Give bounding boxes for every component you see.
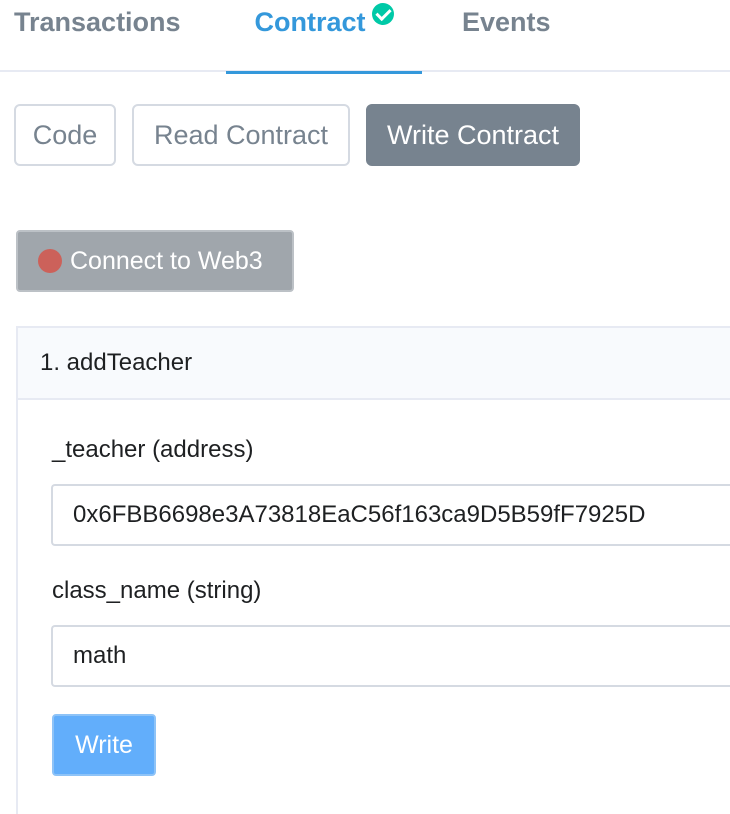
contract-page: Transactions Contract Events Code Read C…: [0, 0, 730, 814]
code-button[interactable]: Code: [14, 104, 116, 166]
read-contract-button-label: Read Contract: [153, 119, 329, 150]
code-button-label: Code: [32, 119, 98, 150]
tab-contract-label: Contract: [254, 7, 366, 37]
write-button[interactable]: Write: [52, 714, 156, 776]
tab-transactions-label: Transactions: [14, 7, 181, 37]
class-name-input[interactable]: [51, 625, 730, 687]
class-name-label: class_name (string): [52, 577, 262, 604]
tab-contract[interactable]: Contract: [226, 0, 422, 74]
read-contract-button[interactable]: Read Contract: [132, 104, 350, 166]
teacher-address-label: _teacher (address): [52, 436, 254, 463]
tab-transactions[interactable]: Transactions: [14, 0, 181, 72]
top-tabs: Transactions Contract Events: [0, 0, 730, 74]
tab-events[interactable]: Events: [462, 0, 551, 72]
function-card: 1. addTeacher _teacher (address) class_n…: [16, 326, 730, 814]
function-card-header[interactable]: 1. addTeacher: [18, 328, 730, 400]
verified-check-icon: [371, 3, 394, 25]
teacher-address-input[interactable]: [51, 484, 730, 546]
function-title: 1. addTeacher: [40, 349, 193, 376]
write-button-label: Write: [75, 730, 133, 759]
write-contract-button-label: Write Contract: [386, 119, 560, 150]
disconnected-dot-icon: [38, 249, 62, 273]
write-contract-button[interactable]: Write Contract: [366, 104, 580, 166]
connect-web3-label: Connect to Web3: [70, 246, 263, 275]
tab-events-label: Events: [462, 7, 551, 37]
connect-web3-button[interactable]: Connect to Web3: [16, 230, 294, 292]
